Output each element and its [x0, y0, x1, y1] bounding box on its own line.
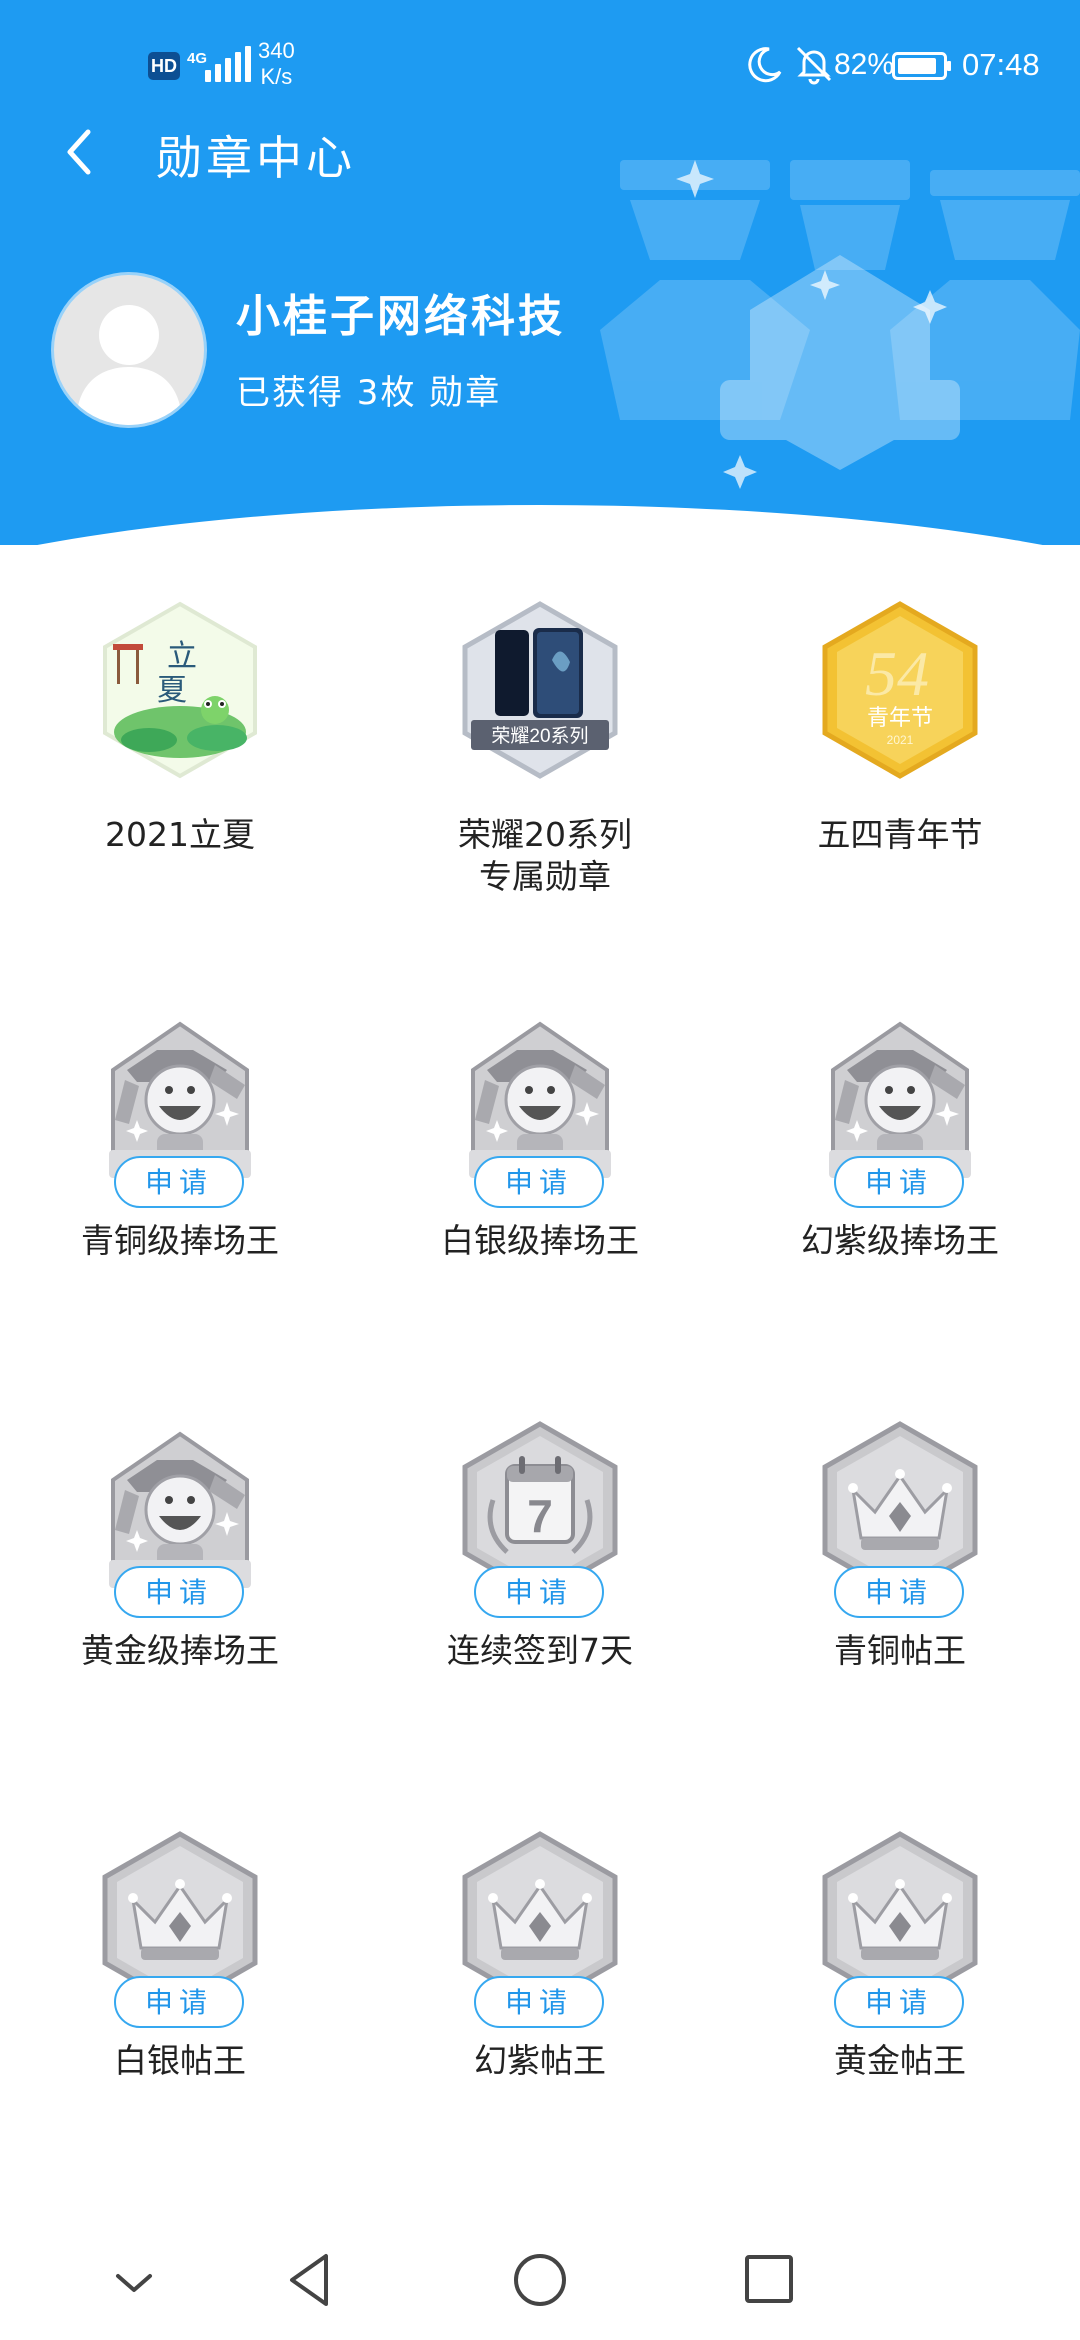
medal-card[interactable]: 立 夏 2021立夏: [0, 592, 360, 1002]
medal-card[interactable]: 申请 黄金帖王: [720, 1822, 1080, 2232]
user-name: 小桂子网络科技: [236, 291, 565, 342]
medal-card[interactable]: 申请 幻紫帖王: [360, 1822, 720, 2232]
medal-card[interactable]: 荣耀20系列 荣耀20系列专属勋章: [360, 592, 720, 1002]
phone-medal-icon: 荣耀20系列: [462, 601, 618, 779]
medal-name: 黄金帖王: [834, 2041, 966, 2080]
medal-decoration-icon: [600, 160, 1080, 489]
medal-name: 2021立夏: [105, 815, 255, 854]
bell-off-icon: [796, 46, 832, 85]
status-bar: HD 4G 340 K/s 82% 07:48: [0, 0, 1080, 130]
network-speed: 340 K/s: [258, 38, 295, 89]
youth-day-medal-icon: 54 青年节 2021: [822, 601, 978, 779]
medal-card[interactable]: 捧场王 申请黄金级捧场王: [0, 1412, 360, 1822]
square-recent-icon[interactable]: [744, 2254, 794, 2304]
medal-card[interactable]: 7 申请连续签到7天: [360, 1412, 720, 1822]
summer-medal-icon: 立 夏: [103, 601, 257, 779]
apply-button[interactable]: 申请: [834, 1976, 964, 2028]
page-title: 勋章中心: [156, 131, 356, 185]
header-banner: HD 4G 340 K/s 82% 07:48 勋章中心 小桂子网络科技 已获得…: [0, 0, 1080, 545]
medal-card[interactable]: 捧场王 申请青铜级捧场王: [0, 1002, 360, 1412]
badge-caption: 7: [527, 1490, 553, 1542]
apply-button[interactable]: 申请: [114, 1156, 244, 1208]
apply-button[interactable]: 申请: [834, 1156, 964, 1208]
medal-card[interactable]: 申请 青铜帖王: [720, 1412, 1080, 1822]
badge-subcaption: 2021: [887, 733, 914, 747]
apply-button[interactable]: 申请: [114, 1976, 244, 2028]
avatar[interactable]: [54, 275, 204, 425]
apply-button[interactable]: 申请: [474, 1156, 604, 1208]
medal-name: 连续签到7天: [447, 1631, 633, 1670]
medal-card[interactable]: 申请 白银帖王: [0, 1822, 360, 2232]
medal-count: 已获得 3枚 勋章: [236, 373, 502, 413]
battery-percentage: 82%: [834, 48, 895, 81]
medal-badge[interactable]: 立 夏: [97, 600, 263, 780]
medal-name: 白银级捧场王: [441, 1221, 639, 1260]
triangle-back-icon[interactable]: [284, 2250, 334, 2310]
medal-card[interactable]: 捧场王 申请幻紫级捧场王: [720, 1002, 1080, 1412]
medal-card[interactable]: 捧场王 申请白银级捧场王: [360, 1002, 720, 1412]
medal-name: 青铜级捧场王: [81, 1221, 279, 1260]
medal-grid: 立 夏 2021立夏 荣耀20系列 荣耀20系列专属勋章 54 青年节 2021…: [0, 592, 1080, 2232]
apply-button[interactable]: 申请: [114, 1566, 244, 1618]
signal-strength-icon: [205, 46, 251, 82]
medal-name: 幻紫级捧场王: [801, 1221, 999, 1260]
medal-name: 黄金级捧场王: [81, 1631, 279, 1670]
medal-name: 幻紫帖王: [474, 2041, 606, 2080]
apply-button[interactable]: 申请: [474, 1976, 604, 2028]
chevron-down-icon[interactable]: [112, 2268, 156, 2298]
medal-badge[interactable]: 荣耀20系列: [457, 600, 623, 780]
svg-text:54: 54: [865, 638, 929, 709]
apply-button[interactable]: 申请: [834, 1566, 964, 1618]
badge-caption: 青年节: [867, 706, 933, 731]
medal-card[interactable]: 54 青年节 2021 五四青年节: [720, 592, 1080, 1002]
battery-icon: [892, 52, 951, 80]
svg-text:立: 立: [167, 639, 197, 674]
apply-button[interactable]: 申请: [474, 1566, 604, 1618]
network-type: 4G: [187, 50, 208, 67]
user-silhouette-icon: [76, 305, 182, 425]
medal-name: 五四青年节: [817, 815, 983, 854]
badge-caption: 荣耀20系列: [491, 725, 588, 747]
hd-badge: HD: [148, 52, 180, 80]
moon-icon: [748, 47, 782, 83]
medal-name: 青铜帖王: [834, 1631, 966, 1670]
circle-home-icon[interactable]: [512, 2252, 568, 2308]
back-icon[interactable]: [52, 120, 106, 184]
medal-name: 荣耀20系列专属勋章: [458, 815, 632, 896]
header-curve: [0, 505, 1080, 545]
svg-text:夏: 夏: [157, 673, 187, 708]
medal-badge[interactable]: 54 青年节 2021: [817, 600, 983, 780]
medal-name: 白银帖王: [114, 2041, 246, 2080]
system-navigation-bar: [0, 2230, 1080, 2340]
clock: 07:48: [962, 47, 1040, 82]
